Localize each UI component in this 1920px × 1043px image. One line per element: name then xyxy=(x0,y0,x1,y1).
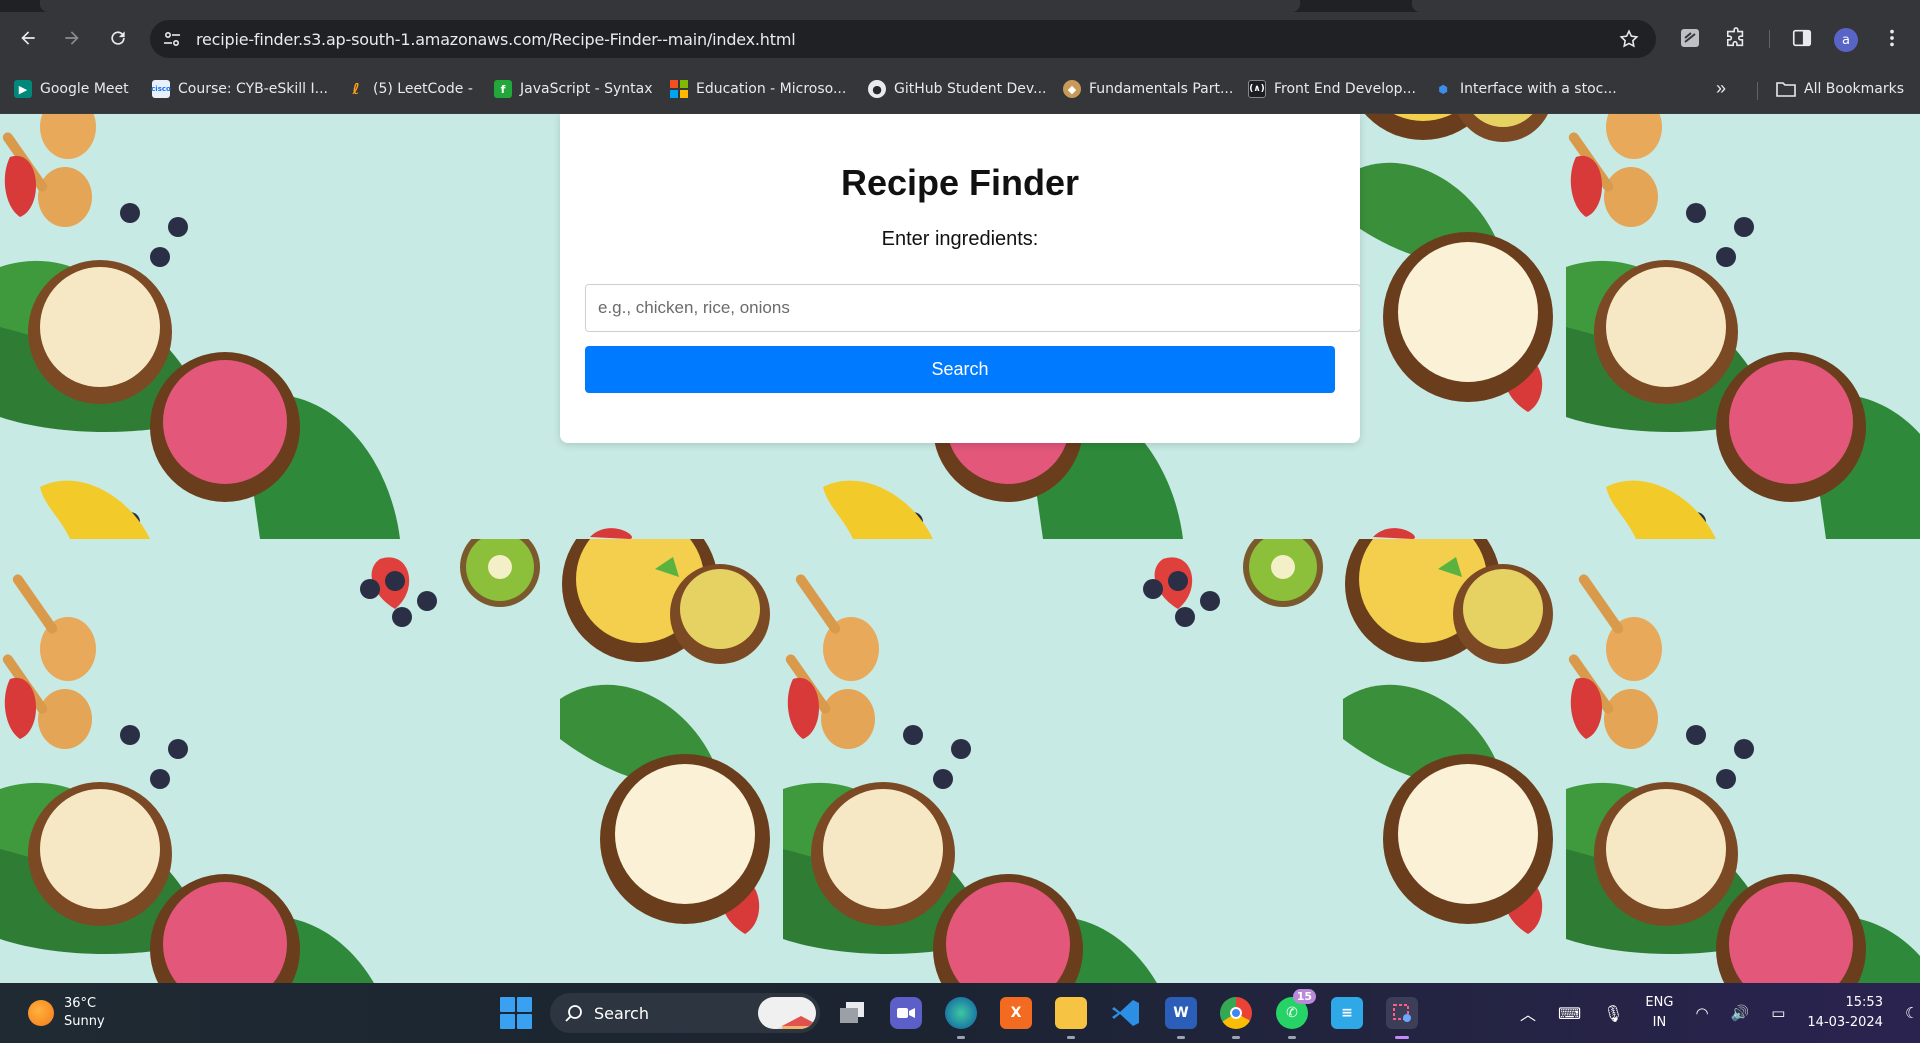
recipe-finder-card: Recipe Finder Enter ingredients: Search xyxy=(560,114,1361,443)
google-meet-icon: ▶ xyxy=(14,80,32,98)
bookmark-github-student[interactable]: ● GitHub Student Dev... xyxy=(868,78,1046,100)
bookmark-education-microsoft[interactable]: Education - Microso... xyxy=(670,78,846,100)
address-bar[interactable]: recipie-finder.s3.ap-south-1.amazonaws.c… xyxy=(150,20,1656,58)
back-button[interactable] xyxy=(12,22,44,54)
forward-arrow-icon xyxy=(65,31,79,45)
microphone-icon[interactable]: 🎙 xyxy=(1603,1004,1623,1023)
clock[interactable]: 15:53 14-03-2024 xyxy=(1807,993,1883,1033)
background-tile xyxy=(1566,539,1920,983)
reload-button[interactable] xyxy=(102,22,134,54)
weather-temp: 36°C xyxy=(64,996,97,1011)
vscode-icon[interactable] xyxy=(1110,997,1142,1029)
clock-time: 15:53 xyxy=(1845,995,1883,1010)
reload-icon xyxy=(111,31,125,45)
language-indicator[interactable]: ENG IN xyxy=(1645,993,1673,1033)
bookmark-star-icon[interactable] xyxy=(1618,28,1640,50)
edge-browser-icon[interactable] xyxy=(945,997,977,1039)
side-panel-icon[interactable] xyxy=(1790,26,1814,50)
do-not-disturb-icon[interactable]: ☾ xyxy=(1905,1004,1918,1022)
search-icon xyxy=(565,1005,582,1022)
clock-date: 14-03-2024 xyxy=(1807,1015,1883,1030)
bookmark-label: Fundamentals Part... xyxy=(1089,81,1234,97)
bookmarks-divider xyxy=(1757,82,1758,100)
background-tile xyxy=(783,539,1566,983)
bookmark-interface-stoc[interactable]: ⬢ Interface with a stoc... xyxy=(1434,78,1617,100)
background-tile xyxy=(1566,114,1920,539)
system-tray: ︿ ⌨ 🎙 ENG IN ◠ 🔊 ▭ 15:53 14-03-2024 ☾ xyxy=(1520,983,1918,1043)
snipping-tool-icon[interactable] xyxy=(1386,997,1418,1039)
bookmark-label: Education - Microso... xyxy=(696,81,847,97)
keyboard-icon[interactable]: ⌨ xyxy=(1558,1004,1581,1023)
inactive-tab[interactable] xyxy=(1412,0,1920,12)
language-bottom: IN xyxy=(1652,1015,1667,1030)
bookmark-favicon-icon: ◆ xyxy=(1063,80,1081,98)
xampp-icon[interactable]: X xyxy=(1000,997,1032,1029)
bookmark-fundamentals[interactable]: ◆ Fundamentals Part... xyxy=(1063,78,1233,100)
bookmark-front-end[interactable]: (∧) Front End Develop... xyxy=(1248,78,1416,100)
toolbar-divider xyxy=(1769,30,1770,48)
site-info-icon[interactable] xyxy=(162,29,182,49)
extensions-icon[interactable] xyxy=(1724,26,1748,50)
task-view-icon[interactable] xyxy=(836,997,868,1029)
chrome-icon[interactable] xyxy=(1220,997,1252,1039)
wifi-icon[interactable]: ◠ xyxy=(1695,1004,1708,1022)
windows-start-icon[interactable] xyxy=(500,997,532,1029)
bookmark-label: Google Meet xyxy=(40,81,129,97)
bookmark-cyb-eskill[interactable]: cisco Course: CYB-eSkill I... xyxy=(151,78,328,100)
all-bookmarks-label: All Bookmarks xyxy=(1804,81,1905,97)
web-icon: ⬢ xyxy=(1438,82,1448,96)
sun-icon xyxy=(28,1000,54,1026)
bookmark-google-meet[interactable]: ▶ Google Meet xyxy=(14,78,129,100)
all-bookmarks-button[interactable]: All Bookmarks xyxy=(1776,78,1904,100)
url-text[interactable]: recipie-finder.s3.ap-south-1.amazonaws.c… xyxy=(196,30,796,49)
ingredients-label: Enter ingredients: xyxy=(881,228,1039,250)
tab-strip xyxy=(0,0,1920,12)
profile-avatar[interactable]: a xyxy=(1834,28,1858,52)
teams-meet-icon[interactable] xyxy=(890,997,922,1029)
taskbar-search-label: Search xyxy=(594,1004,649,1023)
search-highlight-pie-icon xyxy=(758,997,816,1029)
bookmark-label: GitHub Student Dev... xyxy=(894,81,1047,97)
forward-button[interactable] xyxy=(56,22,88,54)
whatsapp-icon[interactable]: ✆ 15 xyxy=(1276,989,1316,1039)
bookmark-label: Interface with a stoc... xyxy=(1460,81,1617,97)
bookmarks-bar: ▶ Google Meet cisco Course: CYB-eSkill I… xyxy=(0,64,1920,114)
meta-icon: (∧) xyxy=(1248,80,1266,98)
battery-icon[interactable]: ▭ xyxy=(1771,1004,1785,1022)
ingredients-input[interactable] xyxy=(585,284,1361,332)
word-icon[interactable]: W xyxy=(1165,997,1197,1039)
bookmark-label: JavaScript - Syntax xyxy=(520,81,653,97)
bookmark-label: Front End Develop... xyxy=(1274,81,1416,97)
folder-icon xyxy=(1776,82,1796,97)
back-arrow-icon xyxy=(21,31,35,45)
bookmark-javascript-syntax[interactable]: f JavaScript - Syntax xyxy=(494,78,653,100)
volume-icon[interactable]: 🔊 xyxy=(1731,1004,1750,1022)
language-top: ENG xyxy=(1645,995,1674,1010)
notepad-icon[interactable]: ≡ xyxy=(1331,997,1363,1029)
bookmark-label: Course: CYB-eSkill I... xyxy=(178,81,328,97)
javascript-icon: f xyxy=(494,80,512,98)
browser-menu-icon[interactable] xyxy=(1880,26,1904,50)
microsoft-icon xyxy=(670,80,688,98)
file-explorer-icon[interactable] xyxy=(1055,997,1087,1039)
active-tab[interactable] xyxy=(40,0,1300,12)
bookmark-label: (5) LeetCode - xyxy=(373,81,473,97)
weather-widget[interactable]: 36°C Sunny xyxy=(28,995,105,1031)
extension-puzzle-app-icon[interactable] xyxy=(1678,26,1702,50)
weather-desc: Sunny xyxy=(64,1014,105,1029)
whatsapp-badge: 15 xyxy=(1292,989,1316,1004)
windows-taskbar: 36°C Sunny Search X W ✆ 15 ≡ ︿ ⌨ 🎙 ENG IN xyxy=(0,983,1920,1043)
github-icon: ● xyxy=(868,80,886,98)
browser-toolbar: recipie-finder.s3.ap-south-1.amazonaws.c… xyxy=(0,12,1920,64)
background-tile xyxy=(0,539,783,983)
search-button[interactable]: Search xyxy=(585,346,1335,393)
bookmark-leetcode[interactable]: ℓ (5) LeetCode - xyxy=(347,78,473,100)
page-viewport: Recipe Finder Enter ingredients: Search xyxy=(0,114,1920,983)
bookmarks-overflow-icon[interactable]: » xyxy=(1716,78,1726,99)
taskbar-search[interactable]: Search xyxy=(550,993,820,1033)
chevron-up-icon[interactable]: ︿ xyxy=(1520,1001,1536,1025)
page-title: Recipe Finder xyxy=(840,162,1080,203)
leetcode-icon: ℓ xyxy=(352,80,360,98)
cisco-icon: cisco xyxy=(151,80,171,98)
